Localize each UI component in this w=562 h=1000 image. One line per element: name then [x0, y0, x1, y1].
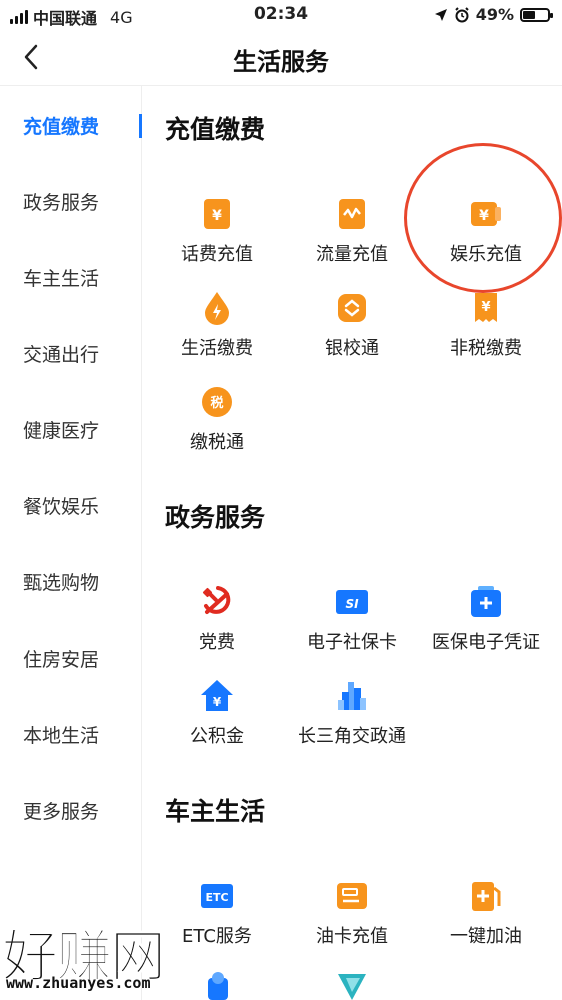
nav-bar: 生活服务 [0, 30, 562, 86]
sidebar-item-label: 本地生活 [23, 725, 100, 747]
si-glyph: SI [345, 597, 359, 611]
bank-school-icon [338, 294, 366, 322]
section-title-recharge: 充值缴费 [165, 115, 266, 144]
location-icon [434, 8, 447, 21]
service-yangtze-delta[interactable]: 长三角交政通 [285, 678, 419, 760]
service-label: 缴税通 [190, 432, 244, 453]
service-label: 电子社保卡 [307, 632, 397, 653]
etc-glyph: ETC [205, 891, 228, 904]
sidebar-item-shopping[interactable]: 甄选购物 [0, 562, 142, 602]
service-bank-school[interactable]: 银校通 [285, 290, 419, 372]
service-label: 医保电子凭证 [432, 632, 540, 653]
service-non-tax-payment[interactable]: ¥ 非税缴费 [419, 290, 553, 372]
section-title-car-owner: 车主生活 [165, 797, 266, 826]
sidebar-item-local[interactable]: 本地生活 [0, 715, 142, 755]
sidebar-item-label: 住房安居 [23, 649, 100, 671]
sidebar-item-car-owner[interactable]: 车主生活 [0, 258, 142, 298]
sidebar-item-government[interactable]: 政务服务 [0, 182, 142, 222]
partial-service-icon[interactable] [334, 970, 370, 1000]
battery-percent: 49% [475, 5, 514, 24]
sidebar-item-transport[interactable]: 交通出行 [0, 334, 142, 374]
status-bar: 中国联通 4G 02:34 49% [0, 0, 562, 30]
service-label: 党费 [199, 632, 235, 653]
sidebar-item-label: 政务服务 [23, 192, 100, 214]
service-utility-payment[interactable]: 生活缴费 [150, 290, 284, 372]
refuel-icon [472, 882, 501, 911]
yangtze-delta-icon [338, 682, 366, 710]
page-title: 生活服务 [233, 48, 329, 76]
yen-glyph: ¥ [481, 300, 490, 315]
tax-payment-icon: 税 [202, 387, 232, 417]
sidebar-item-label: 车主生活 [23, 268, 100, 290]
sidebar-item-housing[interactable]: 住房安居 [0, 639, 142, 679]
battery-icon [520, 7, 553, 22]
section-title-government: 政务服务 [165, 503, 266, 532]
service-label: 油卡充值 [316, 926, 388, 947]
alarm-icon [454, 6, 469, 22]
watermark-url: www.zhuanyes.com [6, 974, 151, 992]
data-recharge-icon [339, 199, 365, 229]
party-fee-icon [202, 586, 231, 614]
phone-bill-icon: ¥ [204, 199, 230, 229]
fuel-card-icon [337, 883, 367, 909]
category-sidebar: 充值缴费 政务服务 车主生活 交通出行 健康医疗 餐饮娱乐 甄选购物 住房安居 … [0, 86, 142, 1000]
service-label: 银校通 [325, 338, 379, 359]
service-phone-bill[interactable]: ¥ 话费充值 [150, 196, 284, 278]
tax-glyph: 税 [210, 395, 223, 411]
service-social-security-card[interactable]: SI 电子社保卡 [285, 584, 419, 666]
social-security-card-icon: SI [336, 590, 368, 614]
sidebar-item-label: 甄选购物 [23, 572, 100, 594]
service-label: 一键加油 [450, 926, 522, 947]
service-label: 公积金 [190, 726, 244, 747]
service-party-fee[interactable]: 党费 [150, 584, 284, 666]
sidebar-item-label: 健康医疗 [23, 420, 100, 442]
service-medical-insurance[interactable]: 医保电子凭证 [419, 584, 553, 666]
sidebar-item-recharge[interactable]: 充值缴费 [0, 106, 142, 146]
service-data-recharge[interactable]: 流量充值 [285, 196, 419, 278]
service-refuel[interactable]: 一键加油 [419, 878, 553, 960]
service-housing-fund[interactable]: ¥ 公积金 [150, 678, 284, 760]
utility-payment-icon [205, 292, 229, 325]
service-tax-payment[interactable]: 税 缴税通 [150, 384, 284, 466]
service-label: 流量充值 [316, 244, 388, 265]
service-label: 非税缴费 [450, 338, 522, 359]
watermark: 好赚网 www.zhuanyes.com [2, 912, 232, 1000]
service-fuel-card[interactable]: 油卡充值 [285, 878, 419, 960]
sidebar-item-label: 交通出行 [23, 344, 100, 366]
highlight-circle [404, 143, 562, 293]
service-label: 长三角交政通 [298, 726, 406, 747]
sidebar-item-label: 充值缴费 [23, 116, 100, 138]
yen-glyph: ¥ [213, 695, 222, 709]
sidebar-item-more[interactable]: 更多服务 [0, 791, 142, 831]
service-label: 话费充值 [181, 244, 253, 265]
sidebar-item-label: 更多服务 [23, 801, 100, 823]
sidebar-item-health[interactable]: 健康医疗 [0, 410, 142, 450]
housing-fund-icon: ¥ [201, 680, 233, 711]
sidebar-item-label: 餐饮娱乐 [23, 496, 100, 518]
yen-glyph: ¥ [212, 208, 222, 224]
medical-insurance-icon [471, 586, 501, 617]
sidebar-item-dining[interactable]: 餐饮娱乐 [0, 486, 142, 526]
service-label: 生活缴费 [181, 338, 253, 359]
etc-icon: ETC [201, 884, 233, 908]
non-tax-payment-icon: ¥ [475, 293, 497, 322]
